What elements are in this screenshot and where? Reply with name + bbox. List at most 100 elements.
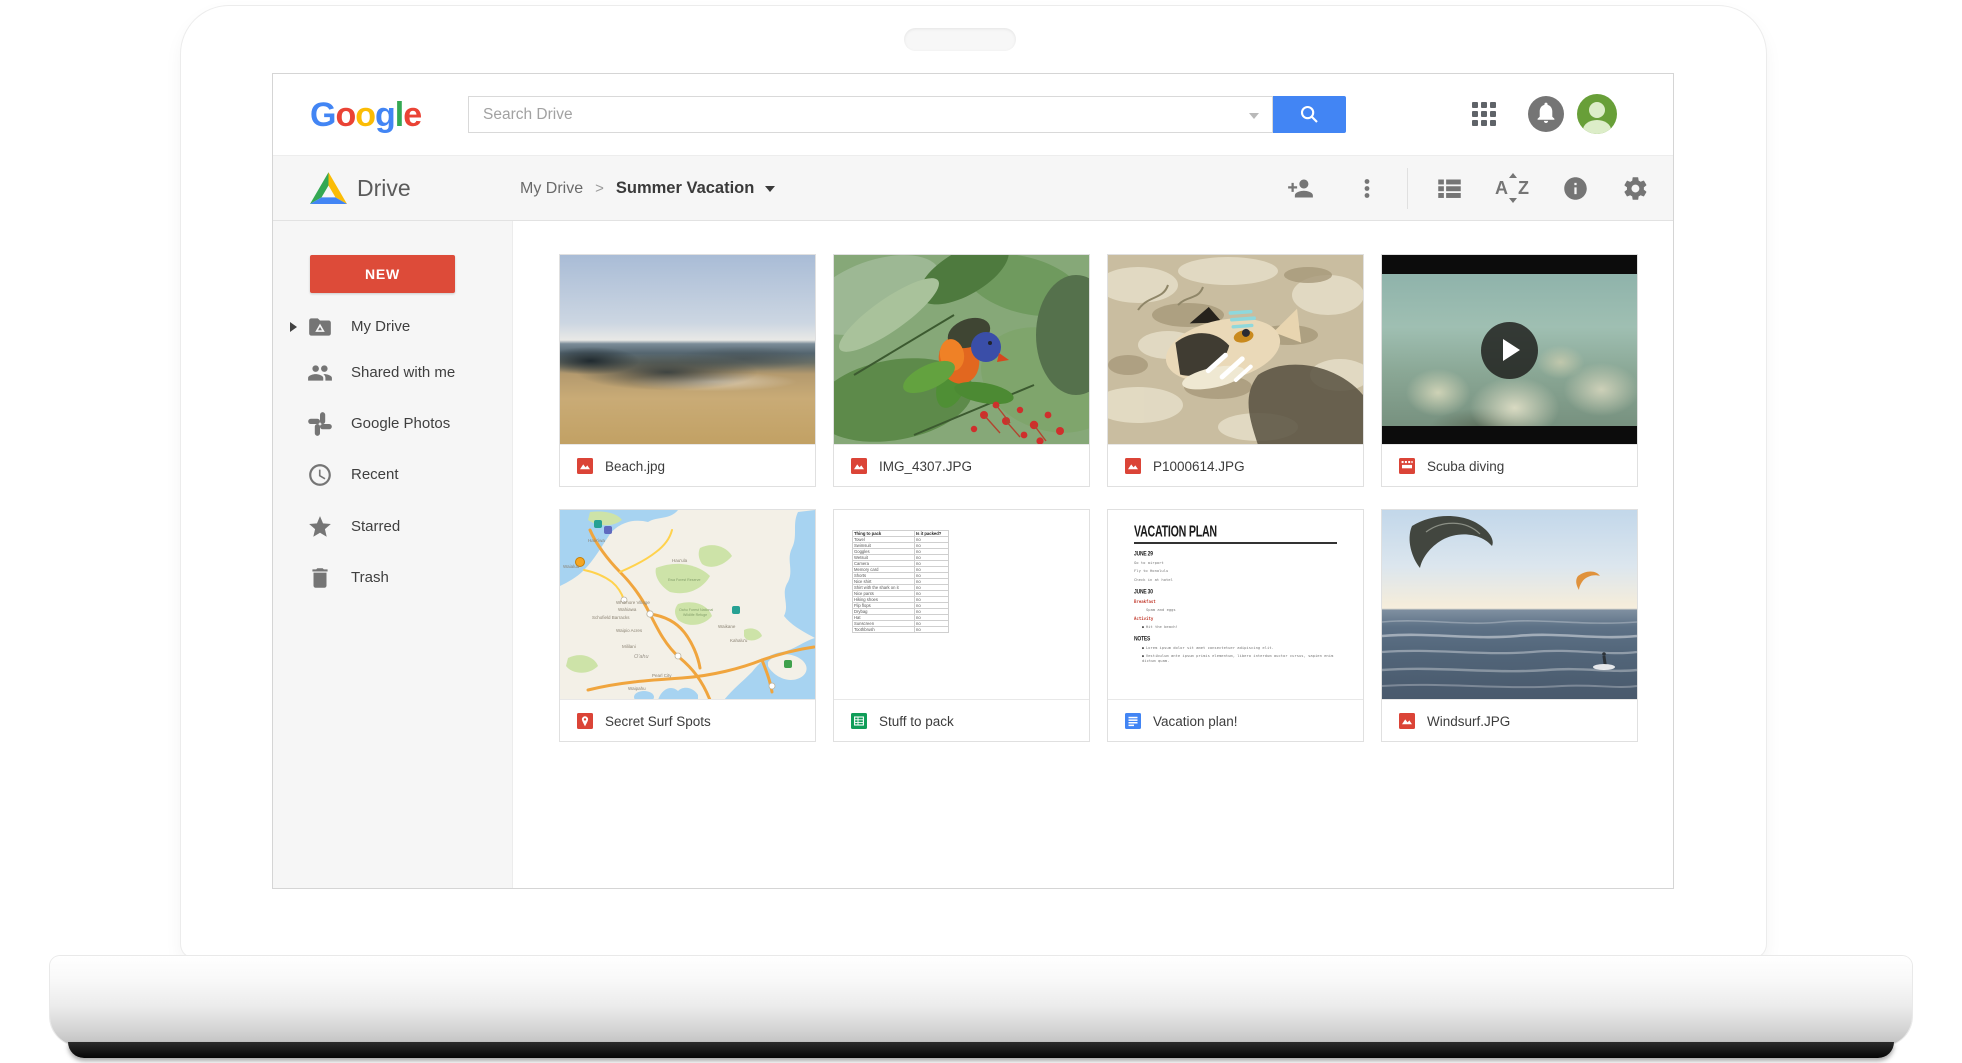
sidebar-item-my-drive[interactable]: My Drive: [273, 304, 513, 350]
info-icon[interactable]: [1562, 175, 1589, 202]
parrot-photo-thumbnail: [834, 255, 1089, 445]
file-name: Stuff to pack: [879, 714, 954, 729]
file-name: P1000614.JPG: [1153, 459, 1245, 474]
map-label: Hale'iwa: [588, 538, 605, 543]
map-label: O'ahu: [634, 654, 649, 660]
laptop-base: [50, 956, 1912, 1046]
doc-line: Spam and eggs: [1146, 607, 1337, 612]
breadcrumb-current-folder[interactable]: Summer Vacation: [616, 179, 754, 198]
image-file-icon: [1125, 458, 1141, 474]
file-card-spreadsheet[interactable]: Thing to packIs it packed?TowelnoSwimsui…: [833, 509, 1090, 742]
drive-app-window: Google: [273, 74, 1673, 888]
doc-line: Lorem ipsum dolor sit amet consectetuer …: [1142, 645, 1337, 650]
avatar-head: [1589, 102, 1605, 118]
spreadsheet-file-icon: [851, 713, 867, 729]
windsurf-photo-thumbnail: [1382, 510, 1637, 700]
file-footer: Scuba diving: [1382, 446, 1637, 486]
map-label: Waipio Acres: [616, 628, 643, 633]
laptop-camera-notch: [904, 28, 1016, 51]
sidebar-item-starred[interactable]: Starred: [273, 504, 513, 550]
my-drive-folder-icon: [307, 314, 333, 340]
document-file-icon: [1125, 713, 1141, 729]
breadcrumb-my-drive[interactable]: My Drive: [520, 180, 583, 198]
list-view-icon[interactable]: [1436, 175, 1463, 202]
trash-icon: [307, 565, 333, 591]
file-grid: Beach.jpg: [513, 221, 1673, 888]
map-file-icon: [577, 713, 593, 729]
file-card-beach[interactable]: Beach.jpg: [559, 254, 816, 487]
doc-heading: NOTES: [1134, 636, 1317, 643]
file-name: Scuba diving: [1427, 459, 1504, 474]
bell-icon: [1528, 96, 1564, 132]
scuba-video-thumbnail: [1382, 255, 1637, 445]
sidebar-item-recent[interactable]: Recent: [273, 452, 513, 498]
more-options-icon[interactable]: [1355, 175, 1379, 202]
account-avatar[interactable]: [1577, 94, 1617, 134]
sidebar-item-label: Google Photos: [351, 401, 450, 447]
product-name[interactable]: Drive: [357, 156, 411, 221]
map-label: Wahiawa: [618, 607, 637, 612]
file-card-scuba-video[interactable]: Scuba diving: [1381, 254, 1638, 487]
notifications-button[interactable]: [1528, 96, 1564, 137]
search-options-caret-icon[interactable]: [1249, 113, 1259, 119]
doc-heading: JUNE 30: [1134, 589, 1317, 596]
expand-arrow-icon[interactable]: [290, 322, 297, 332]
file-name: IMG_4307.JPG: [879, 459, 972, 474]
sort-az-icon[interactable]: A Z: [1495, 174, 1529, 202]
doc-line: Fly to Honolulu: [1134, 568, 1337, 573]
video-file-icon: [1399, 458, 1415, 474]
map-label: Waialua: [563, 564, 580, 569]
google-logo[interactable]: Google: [310, 96, 421, 135]
doc-line: Vestibulum ante ipsum primis elementum, …: [1142, 653, 1337, 663]
search-input[interactable]: [469, 97, 1272, 132]
logo-letter: l: [395, 96, 403, 134]
star-icon: [307, 514, 333, 540]
new-button[interactable]: NEW: [310, 255, 455, 293]
beach-photo-thumbnail: [560, 255, 815, 445]
search-button[interactable]: [1273, 96, 1346, 133]
avatar-shoulders: [1583, 120, 1611, 134]
spreadsheet-thumbnail: Thing to packIs it packed?TowelnoSwimsui…: [834, 510, 1089, 700]
file-name: Beach.jpg: [605, 459, 665, 474]
map-label: Schofield Barracks: [592, 615, 630, 620]
play-button-icon[interactable]: [1481, 322, 1538, 379]
sort-letter-z: Z: [1518, 178, 1529, 199]
sheet-preview-table: Thing to packIs it packed?TowelnoSwimsui…: [852, 530, 949, 633]
map-label: Waipahu: [628, 686, 646, 691]
logo-letter: g: [375, 96, 395, 134]
folder-menu-caret-icon[interactable]: [765, 186, 775, 192]
doc-subheading: Breakfast: [1134, 599, 1337, 604]
add-person-icon[interactable]: [1287, 175, 1314, 202]
photos-pinwheel-icon: [307, 411, 333, 437]
file-card-document[interactable]: VACATION PLAN JUNE 29 Go to airport Fly …: [1107, 509, 1364, 742]
doc-heading: JUNE 29: [1134, 551, 1317, 558]
doc-line: Hit the beach!: [1142, 624, 1337, 629]
sidebar-item-trash[interactable]: Trash: [273, 555, 513, 601]
sidebar-item-label: Shared with me: [351, 350, 455, 396]
sidebar-item-shared-with-me[interactable]: Shared with me: [273, 350, 513, 396]
apps-grid-icon[interactable]: [1472, 102, 1498, 128]
search-box: [468, 96, 1273, 133]
map-label: Mililani: [622, 644, 636, 649]
file-name: Vacation plan!: [1153, 714, 1238, 729]
logo-letter: o: [355, 96, 375, 134]
sidebar-item-label: Trash: [351, 555, 389, 601]
file-card-parrot[interactable]: IMG_4307.JPG: [833, 254, 1090, 487]
settings-gear-icon[interactable]: [1622, 175, 1649, 202]
doc-title-rule: [1134, 542, 1337, 544]
file-card-map[interactable]: Hale'iwa Waialua Hau'ula Whitmore Villag…: [559, 509, 816, 742]
doc-subheading: Activity: [1134, 616, 1337, 621]
file-card-windsurf[interactable]: Windsurf.JPG: [1381, 509, 1638, 742]
laptop-base-edge: [68, 1042, 1894, 1058]
file-footer: Vacation plan!: [1108, 701, 1363, 741]
document-thumbnail: VACATION PLAN JUNE 29 Go to airport Fly …: [1108, 510, 1363, 700]
doc-line: Go to airport: [1134, 560, 1337, 565]
breadcrumb: My Drive > Summer Vacation: [520, 156, 775, 221]
people-icon: [307, 360, 333, 386]
image-file-icon: [577, 458, 593, 474]
drive-logo-icon[interactable]: [310, 172, 347, 205]
search-icon: [1299, 104, 1320, 125]
file-card-fish[interactable]: P1000614.JPG: [1107, 254, 1364, 487]
sidebar-item-google-photos[interactable]: Google Photos: [273, 401, 513, 447]
toolbar-divider: [1407, 168, 1408, 209]
